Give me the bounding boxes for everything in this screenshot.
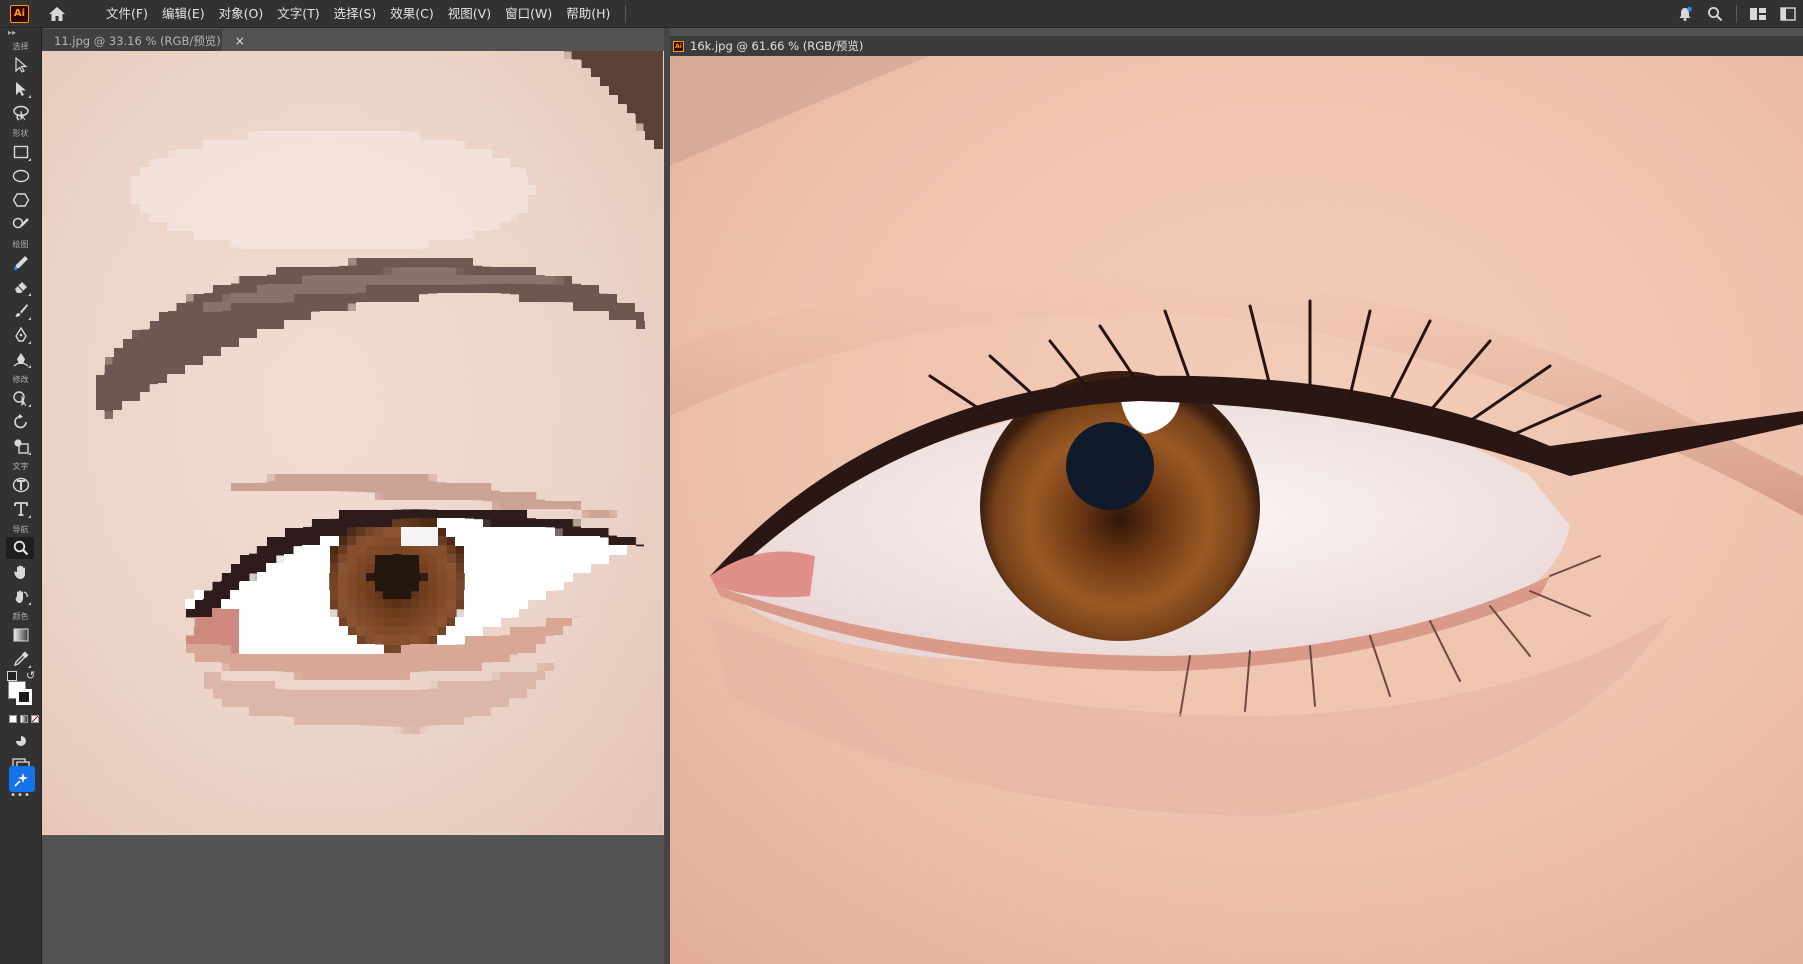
eye-photo-high-res — [670, 56, 1803, 964]
pen-tool[interactable] — [0, 323, 41, 347]
menu-type[interactable]: 文字(T) — [270, 0, 326, 27]
rectangle-tool[interactable] — [0, 140, 41, 164]
tools-panel: ▸▸ 选择 形状 绘图 修改 文字 导航 颜色 ↺ ••• — [0, 28, 42, 964]
curvature-tool[interactable] — [0, 347, 41, 371]
app-logo: Ai — [10, 4, 29, 23]
close-tab-icon[interactable]: × — [235, 34, 245, 48]
color-mode-row — [0, 715, 41, 723]
main-menu: 文件(F) 编辑(E) 对象(O) 文字(T) 选择(S) 效果(C) 视图(V… — [99, 0, 627, 27]
tool-group-label-color: 颜色 — [12, 612, 29, 621]
document-2-title: 16k.jpg @ 61.66 % (RGB/预览) — [690, 39, 864, 53]
direct-selection-tool[interactable] — [0, 77, 41, 101]
search-icon[interactable] — [1700, 0, 1730, 27]
tool-group-label-shape: 形状 — [12, 129, 29, 138]
polygon-tool[interactable] — [0, 188, 41, 212]
gradient-mode-icon[interactable] — [20, 715, 28, 723]
tool-group-label-draw: 绘图 — [12, 240, 29, 249]
eraser-tool[interactable] — [0, 275, 41, 299]
eye-photo-low-res — [42, 51, 664, 835]
menu-effect[interactable]: 效果(C) — [383, 0, 440, 27]
menu-window[interactable]: 窗口(W) — [498, 0, 559, 27]
document-2-canvas[interactable] — [670, 56, 1803, 964]
ellipse-tool[interactable] — [0, 164, 41, 188]
pencil-tool[interactable] — [0, 251, 41, 275]
paintbrush-tool[interactable] — [0, 299, 41, 323]
menu-select[interactable]: 选择(S) — [327, 0, 384, 27]
menu-help[interactable]: 帮助(H) — [559, 0, 617, 27]
color-mode-icon[interactable] — [9, 715, 17, 723]
home-icon[interactable] — [47, 4, 67, 24]
selection-tool[interactable] — [0, 53, 41, 77]
tab-document-1[interactable]: 11.jpg @ 33.16 % (RGB/预览) × — [42, 28, 245, 52]
tab-document-1-label: 11.jpg @ 33.16 % (RGB/预览) — [54, 33, 221, 48]
document-ai-icon: Ai — [673, 40, 684, 52]
swap-fill-stroke-icon[interactable]: ↺ — [26, 669, 35, 682]
arrange-documents-icon[interactable] — [1773, 0, 1803, 27]
tool-group-label-navigate: 导航 — [12, 525, 29, 534]
menu-right-divider — [1736, 4, 1737, 23]
lasso-tool[interactable] — [0, 101, 41, 125]
draw-mode-icon[interactable] — [0, 729, 41, 753]
menu-object[interactable]: 对象(O) — [212, 0, 271, 27]
zoom-tool[interactable] — [0, 536, 41, 560]
default-colors-icon[interactable] — [7, 671, 17, 681]
type-on-path-tool[interactable] — [0, 473, 41, 497]
document-1-canvas[interactable] — [42, 51, 664, 835]
tool-group-label-select: 选择 — [12, 42, 29, 51]
rotate-tool[interactable] — [0, 410, 41, 434]
menu-view[interactable]: 视图(V) — [441, 0, 498, 27]
gradient-tool[interactable] — [0, 623, 41, 647]
document-2-titlebar[interactable]: Ai 16k.jpg @ 61.66 % (RGB/预览) — [670, 36, 1803, 56]
menu-divider — [625, 4, 627, 23]
stroke-swatch[interactable] — [16, 689, 32, 705]
generative-ai-icon[interactable] — [9, 766, 35, 792]
fill-stroke-controls: ↺ — [0, 669, 41, 711]
tool-group-label-text: 文字 — [12, 462, 29, 471]
menu-file[interactable]: 文件(F) — [99, 0, 155, 27]
menu-edit[interactable]: 编辑(E) — [155, 0, 212, 27]
panel-collapse-icon[interactable]: ▸▸ — [0, 28, 41, 38]
shaper-tool[interactable] — [0, 212, 41, 236]
workspace-gap — [42, 835, 664, 964]
rotate-view-tool[interactable] — [0, 584, 41, 608]
scale-tool[interactable] — [0, 434, 41, 458]
menu-right-controls — [1670, 0, 1803, 27]
notification-bell-icon[interactable] — [1670, 0, 1700, 27]
type-tool[interactable] — [0, 497, 41, 521]
hand-tool[interactable] — [0, 560, 41, 584]
workspace-switcher-icon[interactable] — [1743, 0, 1773, 27]
shape-builder-tool[interactable] — [0, 386, 41, 410]
menu-bar: Ai 文件(F) 编辑(E) 对象(O) 文字(T) 选择(S) 效果(C) 视… — [0, 0, 1803, 28]
tool-group-label-modify: 修改 — [12, 375, 29, 384]
eyedropper-tool[interactable] — [0, 647, 41, 671]
none-mode-icon[interactable] — [31, 715, 39, 723]
